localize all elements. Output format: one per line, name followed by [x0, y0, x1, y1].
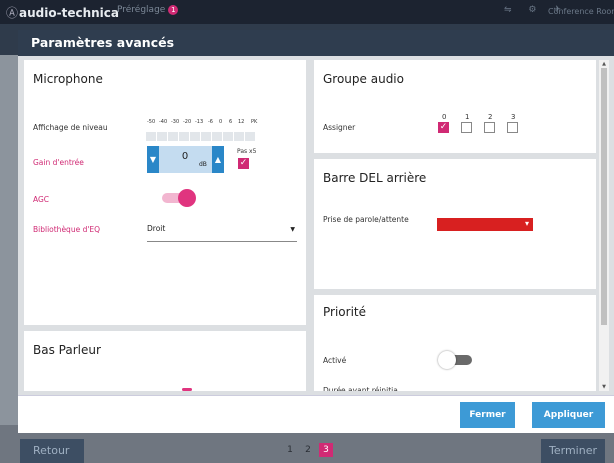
pad-label: Pas x5 [237, 148, 257, 155]
assign-checkbox-3[interactable] [507, 122, 518, 133]
chevron-up-icon: ▲ [214, 155, 222, 164]
tick-label: 12 [238, 119, 245, 125]
logo-glyph: Ⓐ [6, 6, 19, 20]
speaker-title: Bas Parleur [33, 343, 101, 357]
led-color-select[interactable]: ▾ [437, 218, 533, 231]
pad-checkbox[interactable]: ✓ [238, 158, 249, 169]
eq-library-value: Droit [147, 224, 166, 233]
agc-label: AGC [33, 195, 50, 204]
back-button[interactable]: Retour [20, 439, 84, 463]
eq-library-select[interactable]: Droit ▼ [147, 222, 297, 242]
gain-value[interactable]: 0 [175, 151, 195, 162]
page-1[interactable]: 1 [283, 445, 297, 455]
apply-button[interactable]: Appliquer [532, 402, 605, 428]
scroll-down-icon[interactable]: ▼ [599, 383, 609, 391]
check-icon: ✓ [239, 158, 248, 168]
dropdown-arrow-icon: ▼ [290, 226, 295, 233]
assign-checkbox-2[interactable] [484, 122, 495, 133]
input-gain-stepper: ▼ 0 dB ▲ [147, 146, 224, 173]
tick-label: -50 [147, 119, 156, 125]
talk-standby-label: Prise de parole/attente [323, 215, 409, 224]
tick-label: 6 [229, 119, 233, 125]
chevron-down-icon: ▼ [149, 155, 157, 164]
speaker-toggle-partial[interactable] [182, 388, 192, 391]
priority-enabled-label: Activé [323, 356, 347, 365]
gain-increase-button[interactable]: ▲ [212, 146, 224, 173]
input-gain-label: Gain d'entrée [33, 158, 84, 167]
assign-number: 3 [511, 113, 516, 121]
meter-cell [157, 132, 167, 141]
close-button[interactable]: Fermer [460, 402, 515, 428]
scroll-up-icon[interactable]: ▲ [599, 60, 609, 68]
priority-title: Priorité [323, 305, 366, 319]
modal-header: Paramètres avancés [18, 30, 614, 56]
meter-cell [168, 132, 178, 141]
meter-cell [212, 132, 222, 141]
preset-indicator[interactable]: Préréglage 1 [117, 5, 179, 15]
assign-number: 0 [442, 113, 447, 121]
page-indicator: 123 [283, 443, 337, 457]
meter-cell [234, 132, 244, 141]
meter-cell [190, 132, 200, 141]
tick-label: -13 [195, 119, 204, 125]
modal-footer [18, 395, 614, 433]
top-bar: Ⓐaudio-technica Préréglage 1 ⇋ ⚙ ✈ Confer… [0, 0, 614, 24]
speaker-panel [24, 331, 306, 391]
tick-label: -20 [183, 119, 192, 125]
level-display-label: Affichage de niveau [33, 123, 108, 132]
meter-cell [201, 132, 211, 141]
microphone-title: Microphone [33, 72, 103, 86]
brand-name: audio-technica [19, 6, 119, 20]
gain-decrease-button[interactable]: ▼ [147, 146, 159, 173]
level-meter [146, 132, 260, 141]
assign-number: 2 [488, 113, 493, 121]
finish-button[interactable]: Terminer [541, 439, 605, 463]
tick-label: 0 [219, 119, 223, 125]
meter-cell [146, 132, 156, 141]
room-label: Conference Room [548, 7, 614, 16]
chevron-down-icon: ▾ [524, 219, 529, 228]
led-bar-title: Barre DEL arrière [323, 171, 427, 185]
gain-unit: dB [199, 161, 207, 168]
toggle-knob [438, 351, 456, 369]
tick-label: -6 [208, 119, 213, 125]
assign-label: Assigner [323, 123, 356, 132]
toggle-knob [178, 189, 196, 207]
page-3-current[interactable]: 3 [319, 443, 333, 457]
page-2[interactable]: 2 [301, 445, 315, 455]
priority-enabled-toggle[interactable] [438, 351, 472, 369]
modal-scrollbar[interactable]: ▲ ▼ [599, 60, 609, 391]
assign-checkbox-0[interactable]: ✓ [438, 122, 449, 133]
meter-cell [179, 132, 189, 141]
tick-label: PK [251, 119, 258, 125]
agc-toggle[interactable] [162, 189, 196, 207]
modal-title: Paramètres avancés [31, 35, 175, 50]
meter-cell [245, 132, 255, 141]
eq-library-label: Bibliothèque d'EQ [33, 225, 101, 234]
scrollbar-thumb[interactable] [601, 68, 607, 325]
meter-cell [223, 132, 233, 141]
tick-label: -40 [159, 119, 168, 125]
assign-number: 1 [465, 113, 470, 121]
assign-checkbox-1[interactable] [461, 122, 472, 133]
preset-badge: 1 [168, 5, 179, 15]
brand-logo: Ⓐaudio-technica [6, 4, 119, 21]
tick-label: -30 [171, 119, 180, 125]
priority-next-label: Durée avant réinitia… [323, 386, 406, 391]
audio-group-title: Groupe audio [323, 72, 404, 86]
preset-label: Préréglage [117, 5, 166, 15]
check-icon: ✓ [439, 122, 448, 132]
